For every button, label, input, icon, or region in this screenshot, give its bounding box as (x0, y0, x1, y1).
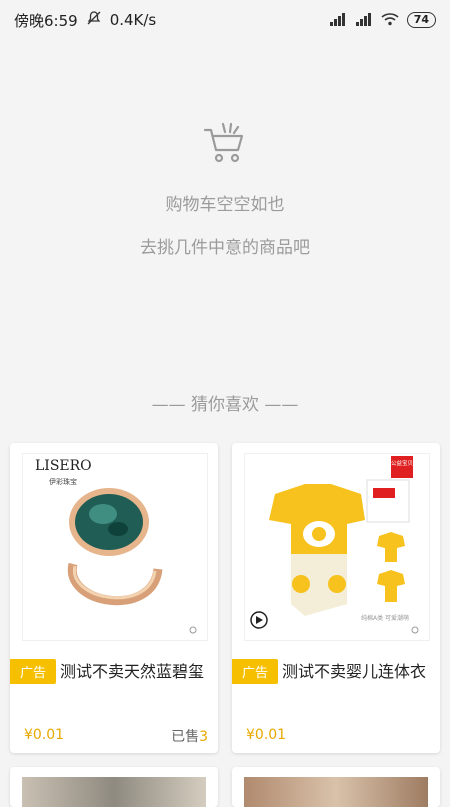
product-image[interactable] (244, 777, 428, 807)
status-bar: 傍晚6:59 0.4K/s 74 (0, 0, 450, 40)
time: 傍晚6:59 (14, 11, 78, 30)
recommend-header: —— 猜你喜欢 —— (151, 395, 299, 415)
product-title[interactable]: 测试不卖天然蓝碧玺 (60, 658, 208, 682)
signal-icon (329, 12, 347, 29)
product-price: ¥0.01 (246, 727, 287, 743)
brand-sub: 伊彩珠宝 (49, 477, 77, 486)
brand-logo: LISERO (35, 458, 92, 474)
notification-off-icon (86, 10, 102, 30)
charity-tag: 公益宝贝 (391, 459, 414, 467)
battery-indicator: 74 (406, 12, 436, 28)
product-title[interactable]: 测试不卖婴儿连体衣 (282, 658, 430, 682)
product-card[interactable] (10, 767, 218, 807)
network-speed: 0.4K/s (109, 11, 157, 29)
empty-cart-section: 购物车空空如也 去挑几件中意的商品吧 (0, 120, 450, 258)
product-caption: 纯棉A类 可爱潮萌 (361, 614, 409, 622)
signal-hd-icon (355, 12, 373, 29)
product-price: ¥0.01 (24, 727, 65, 743)
ad-badge: 广告 (232, 659, 279, 684)
ad-badge: 广告 (10, 659, 57, 684)
sold-count: 已售3 (171, 729, 208, 745)
product-card[interactable] (232, 767, 440, 807)
shopping-cart-icon (201, 120, 249, 168)
product-grid: LISERO 伊彩珠宝 广告 测试不卖天然蓝碧玺 ¥0.01 已售3 公益宝贝 … (10, 443, 440, 753)
product-image[interactable]: 公益宝贝 纯棉A类 可爱潮萌 (244, 453, 430, 641)
product-card[interactable]: LISERO 伊彩珠宝 广告 测试不卖天然蓝碧玺 ¥0.01 已售3 (10, 443, 218, 753)
product-image[interactable]: LISERO 伊彩珠宝 (22, 453, 208, 641)
product-image[interactable] (22, 777, 206, 807)
next-row-peek (10, 767, 440, 807)
empty-hint: 去挑几件中意的商品吧 (140, 238, 310, 258)
wifi-icon (381, 12, 399, 29)
empty-message: 购物车空空如也 (165, 195, 285, 215)
product-card[interactable]: 公益宝贝 纯棉A类 可爱潮萌 广告 测试不卖婴儿连体衣 ¥0.01 (232, 443, 440, 753)
